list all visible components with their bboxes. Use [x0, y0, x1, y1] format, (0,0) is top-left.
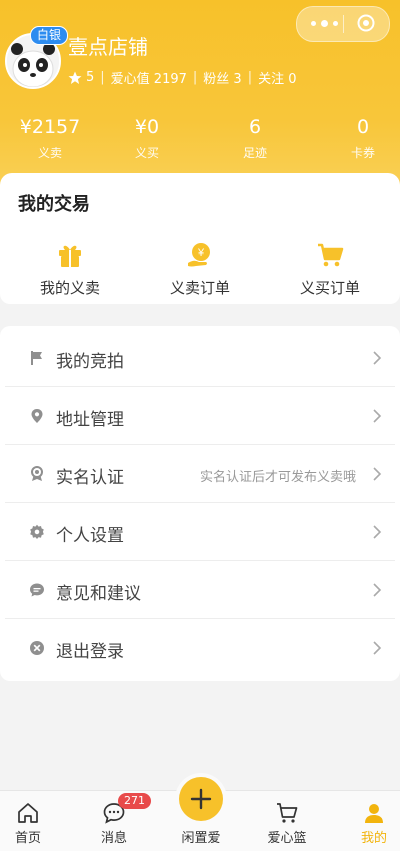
svg-text:¥: ¥ — [197, 247, 205, 259]
gift-icon — [59, 245, 81, 267]
menu-item-feedback[interactable]: 意见和建议 — [0, 561, 400, 619]
coin-hand-icon: ¥ — [188, 243, 210, 267]
menu-item-settings[interactable]: 个人设置 — [0, 503, 400, 561]
more-dots-icon[interactable] — [311, 18, 341, 30]
sale-orders-button[interactable]: ¥ 义卖订单 — [140, 241, 260, 298]
tab-label: 消息 — [100, 831, 127, 846]
tab-label: 首页 — [14, 831, 41, 846]
gear-icon — [30, 524, 44, 539]
follow-count[interactable]: 关注 0 — [258, 68, 296, 87]
tab-love-basket[interactable]: 爱心篮 — [247, 791, 327, 851]
verification-hint: 实名认证后才可发布义卖哦 — [199, 470, 356, 485]
message-count-badge: 271 — [118, 793, 151, 809]
menu-item-logout[interactable]: 退出登录 — [0, 619, 400, 677]
chevron-right-icon — [373, 351, 382, 365]
chat-icon — [30, 583, 44, 597]
cart-icon — [318, 243, 344, 267]
chevron-right-icon — [373, 641, 382, 655]
summary-footprint-value: 6 — [248, 116, 262, 138]
fans-count[interactable]: 粉丝 3 — [203, 68, 241, 87]
menu-item-label: 退出登录 — [56, 642, 124, 662]
mini-program-capsule — [296, 6, 390, 42]
shop-name: 壹点店铺 — [68, 35, 148, 59]
plus-icon — [190, 788, 212, 810]
menu-item-label: 个人设置 — [56, 526, 124, 546]
account-summary: ¥2157 义卖 ¥0 义买 6 足迹 0 卡券 — [0, 115, 400, 165]
tab-home[interactable]: 首页 — [0, 791, 68, 851]
user-icon — [365, 804, 383, 823]
level-badge: 白银 — [30, 26, 69, 45]
chevron-right-icon — [373, 583, 382, 597]
summary-footprint[interactable]: 6 足迹 — [205, 115, 305, 161]
my-trade-card: 我的交易 我的义卖 ¥ 义卖订单 义买订单 — [0, 173, 400, 304]
summary-buy[interactable]: ¥0 义买 — [97, 115, 197, 161]
menu-item-label: 地址管理 — [56, 410, 124, 430]
summary-coupon-value: 0 — [356, 116, 370, 138]
close-target-icon[interactable] — [357, 14, 375, 32]
summary-footprint-label: 足迹 — [242, 146, 267, 160]
summary-sale-value: ¥2157 — [19, 116, 81, 138]
tab-label: 我的 — [360, 831, 387, 846]
menu-item-label: 实名认证 — [56, 468, 124, 488]
buy-orders-label: 义买订单 — [299, 279, 360, 297]
love-value[interactable]: 爱心值 2197 — [111, 68, 187, 87]
basket-icon — [277, 803, 298, 823]
trade-card-title: 我的交易 — [18, 194, 90, 215]
star-count: 5 — [86, 70, 95, 85]
profile-stats: 5 | 爱心值 2197 | 粉丝 3 | 关注 0 — [68, 68, 296, 87]
chevron-right-icon — [373, 409, 382, 423]
tab-label: 闲置爱 — [181, 831, 221, 846]
my-sales-button[interactable]: 我的义卖 — [10, 241, 130, 298]
tab-label: 爱心篮 — [267, 831, 307, 846]
summary-sale-label: 义卖 — [37, 146, 62, 160]
summary-coupon[interactable]: 0 卡券 — [313, 115, 400, 161]
publish-plus-button[interactable] — [179, 777, 223, 821]
my-sales-label: 我的义卖 — [39, 279, 100, 297]
badge-icon — [31, 466, 43, 481]
sale-orders-label: 义卖订单 — [169, 279, 230, 297]
summary-coupon-label: 卡券 — [350, 146, 375, 160]
buy-orders-button[interactable]: 义买订单 — [270, 241, 390, 298]
menu-item-verification[interactable]: 实名认证 实名认证后才可发布义卖哦 — [0, 445, 400, 503]
location-icon — [31, 409, 43, 423]
home-icon — [18, 803, 38, 823]
menu-item-auction[interactable]: 我的竞拍 — [0, 329, 400, 387]
menu-item-label: 意见和建议 — [56, 584, 141, 604]
menu-item-address[interactable]: 地址管理 — [0, 387, 400, 445]
summary-sale[interactable]: ¥2157 义卖 — [0, 115, 100, 161]
tab-mine[interactable]: 我的 — [334, 791, 400, 851]
summary-buy-value: ¥0 — [134, 116, 160, 138]
star-icon — [68, 71, 82, 84]
summary-buy-label: 义买 — [134, 146, 159, 160]
flag-icon — [31, 351, 42, 365]
chevron-right-icon — [373, 525, 382, 539]
chevron-right-icon — [373, 467, 382, 481]
settings-menu: 我的竞拍 地址管理 实名认证 实名认证后才可发布义卖哦 个人设置 意见和建议 退… — [0, 326, 400, 681]
menu-item-label: 我的竞拍 — [56, 352, 124, 372]
close-circle-icon — [30, 641, 44, 655]
